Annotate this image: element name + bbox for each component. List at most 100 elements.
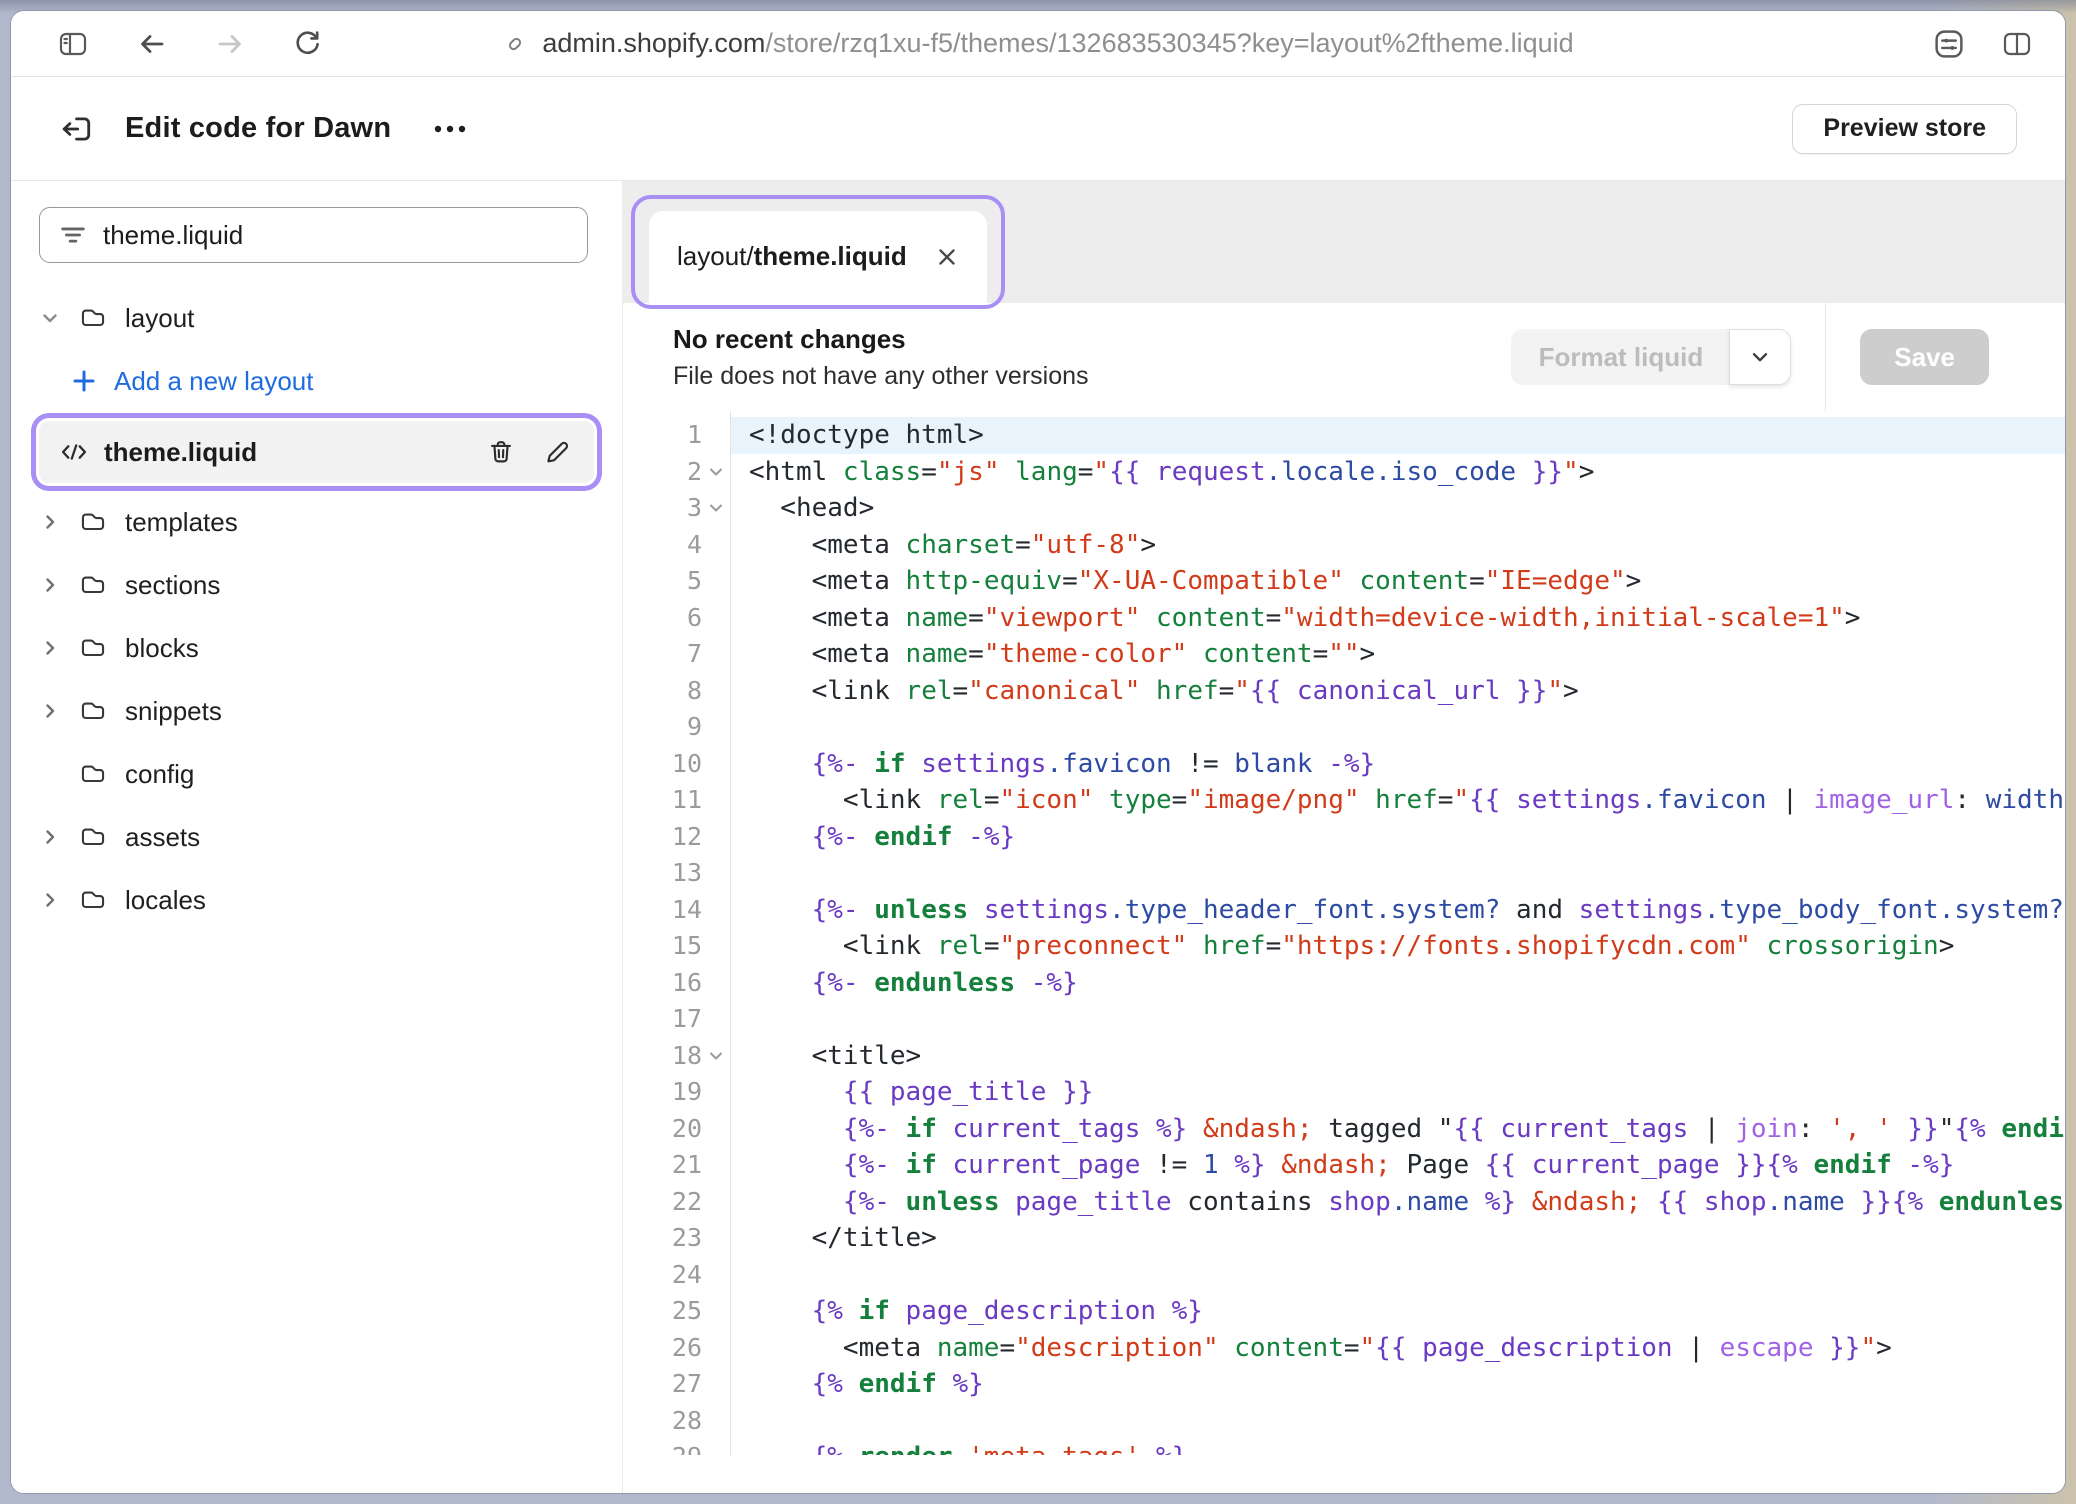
chevron-right-icon bbox=[39, 701, 61, 721]
file-sidebar: layout Add a new layout theme.liquid bbox=[11, 181, 623, 1493]
fold-toggle[interactable] bbox=[708, 1049, 724, 1063]
code-line[interactable]: <html class="js" lang="{{ request.locale… bbox=[731, 454, 2065, 491]
chevron-right-icon bbox=[39, 827, 61, 847]
gutter-line: 27 bbox=[623, 1366, 730, 1403]
code-editor[interactable]: 1234567891011121314151617181920212223242… bbox=[623, 411, 2065, 1455]
overflow-menu-button[interactable] bbox=[433, 124, 467, 134]
code-line[interactable]: <meta name="description" content="{{ pag… bbox=[731, 1330, 2065, 1367]
save-button[interactable]: Save bbox=[1860, 329, 1989, 385]
format-options-dropdown[interactable] bbox=[1729, 329, 1791, 385]
code-line[interactable]: {%- unless settings.type_header_font.sys… bbox=[731, 892, 2065, 929]
gutter-line: 21 bbox=[623, 1147, 730, 1184]
gutter-line: 5 bbox=[623, 563, 730, 600]
tree-folder-layout[interactable]: layout bbox=[39, 295, 594, 341]
tree-folder-config[interactable]: config bbox=[39, 751, 594, 797]
format-liquid-button[interactable]: Format liquid bbox=[1511, 329, 1732, 385]
code-line[interactable]: {%- if settings.favicon != blank -%} bbox=[731, 746, 2065, 783]
code-lines[interactable]: <!doctype html><html class="js" lang="{{… bbox=[731, 411, 2065, 1455]
status-subtitle: File does not have any other versions bbox=[673, 362, 1089, 391]
preview-store-button[interactable]: Preview store bbox=[1792, 104, 2017, 154]
code-line[interactable]: {% endif %} bbox=[731, 1366, 2065, 1403]
tree-folder-snippets[interactable]: snippets bbox=[39, 688, 594, 734]
fold-toggle-icon[interactable] bbox=[708, 465, 724, 479]
code-line[interactable] bbox=[731, 855, 2065, 892]
folder-icon bbox=[78, 697, 108, 725]
chevron-right-icon bbox=[39, 638, 61, 658]
exit-icon bbox=[57, 111, 95, 147]
file-item-theme-liquid[interactable]: theme.liquid bbox=[39, 421, 594, 483]
folder-icon bbox=[78, 823, 108, 851]
toolbar-divider bbox=[1825, 303, 1826, 411]
code-line[interactable] bbox=[731, 1403, 2065, 1440]
gutter-line: 20 bbox=[623, 1111, 730, 1148]
tree-folder-label: config bbox=[125, 759, 194, 790]
gutter-line: 22 bbox=[623, 1184, 730, 1221]
fold-toggle[interactable] bbox=[708, 465, 724, 479]
gutter: 1234567891011121314151617181920212223242… bbox=[623, 411, 731, 1455]
code-line[interactable]: {% render 'meta-tags' %} bbox=[731, 1439, 2065, 1455]
delete-file-button[interactable] bbox=[486, 437, 516, 467]
code-line[interactable]: <title> bbox=[731, 1038, 2065, 1075]
rename-file-button[interactable] bbox=[542, 437, 572, 467]
code-line[interactable]: <meta name="theme-color" content=""> bbox=[731, 636, 2065, 673]
code-line[interactable]: <meta name="viewport" content="width=dev… bbox=[731, 600, 2065, 637]
search-input[interactable] bbox=[103, 220, 569, 251]
page-title: Edit code for Dawn bbox=[125, 112, 391, 145]
tree-folder-blocks[interactable]: blocks bbox=[39, 625, 594, 671]
code-line[interactable]: <link rel="icon" type="image/png" href="… bbox=[731, 782, 2065, 819]
gutter-line: 25 bbox=[623, 1293, 730, 1330]
tree-folder-assets[interactable]: assets bbox=[39, 814, 594, 860]
code-line[interactable]: {%- unless page_title contains shop.name… bbox=[731, 1184, 2065, 1221]
code-line[interactable]: {%- endunless -%} bbox=[731, 965, 2065, 1002]
code-line[interactable]: {%- if current_tags %} &ndash; tagged "{… bbox=[731, 1111, 2065, 1148]
format-liquid-split-button: Format liquid bbox=[1511, 329, 1792, 385]
code-line[interactable]: {%- if current_page != 1 %} &ndash; Page… bbox=[731, 1147, 2065, 1184]
exit-editor-button[interactable] bbox=[57, 111, 95, 147]
code-line[interactable]: <head> bbox=[731, 490, 2065, 527]
code-line[interactable]: {{ page_title }} bbox=[731, 1074, 2065, 1111]
code-line[interactable]: </title> bbox=[731, 1220, 2065, 1257]
file-item-label: theme.liquid bbox=[104, 437, 257, 468]
address-bar[interactable]: admin.shopify.com/store/rzq1xu-f5/themes… bbox=[11, 11, 2065, 76]
code-line[interactable]: <link rel="preconnect" href="https://fon… bbox=[731, 928, 2065, 965]
gutter-line: 9 bbox=[623, 709, 730, 746]
code-line[interactable] bbox=[731, 1257, 2065, 1294]
chevron-down-icon bbox=[39, 308, 61, 328]
fold-toggle[interactable] bbox=[708, 501, 724, 515]
url-path: /store/rzq1xu-f5/themes/132683530345?key… bbox=[765, 28, 1573, 58]
code-file-icon bbox=[59, 438, 89, 466]
fold-toggle-icon[interactable] bbox=[708, 1049, 724, 1063]
tree-folder-templates[interactable]: templates bbox=[39, 499, 594, 545]
browser-toolbar: admin.shopify.com/store/rzq1xu-f5/themes… bbox=[11, 11, 2065, 77]
code-line[interactable]: <meta charset="utf-8"> bbox=[731, 527, 2065, 564]
status-title: No recent changes bbox=[673, 324, 1089, 355]
browser-window: admin.shopify.com/store/rzq1xu-f5/themes… bbox=[10, 10, 2066, 1494]
code-line[interactable]: <!doctype html> bbox=[731, 417, 2065, 454]
tree-folder-locales[interactable]: locales bbox=[39, 877, 594, 923]
gutter-line: 14 bbox=[623, 892, 730, 929]
add-new-layout-link[interactable]: Add a new layout bbox=[39, 358, 594, 404]
code-line[interactable]: <link rel="canonical" href="{{ canonical… bbox=[731, 673, 2065, 710]
tab-layout-theme-liquid[interactable]: layout/theme.liquid bbox=[649, 211, 987, 303]
tree-folder-sections[interactable]: sections bbox=[39, 562, 594, 608]
plus-icon bbox=[71, 368, 97, 394]
folder-icon bbox=[78, 886, 108, 914]
code-line[interactable] bbox=[731, 709, 2065, 746]
code-line[interactable]: <meta http-equiv="X-UA-Compatible" conte… bbox=[731, 563, 2065, 600]
tree-folder-label: templates bbox=[125, 507, 238, 538]
code-line[interactable]: {%- endif -%} bbox=[731, 819, 2065, 856]
tree-folder-label: sections bbox=[125, 570, 220, 601]
url-domain: admin.shopify.com bbox=[542, 28, 765, 58]
tab-bar: layout/theme.liquid bbox=[623, 181, 2065, 303]
tab-close-button[interactable] bbox=[935, 245, 959, 269]
code-line[interactable] bbox=[731, 1001, 2065, 1038]
fold-toggle-icon[interactable] bbox=[708, 501, 724, 515]
code-editor-panel: layout/theme.liquid No recent changes Fi… bbox=[623, 181, 2065, 1493]
gutter-line: 29 bbox=[623, 1439, 730, 1455]
gutter-line: 23 bbox=[623, 1220, 730, 1257]
file-search-box[interactable] bbox=[39, 207, 588, 263]
chevron-down-icon bbox=[1749, 346, 1771, 368]
gutter-line: 13 bbox=[623, 855, 730, 892]
code-line[interactable]: {% if page_description %} bbox=[731, 1293, 2065, 1330]
tree-folder-label: assets bbox=[125, 822, 200, 853]
